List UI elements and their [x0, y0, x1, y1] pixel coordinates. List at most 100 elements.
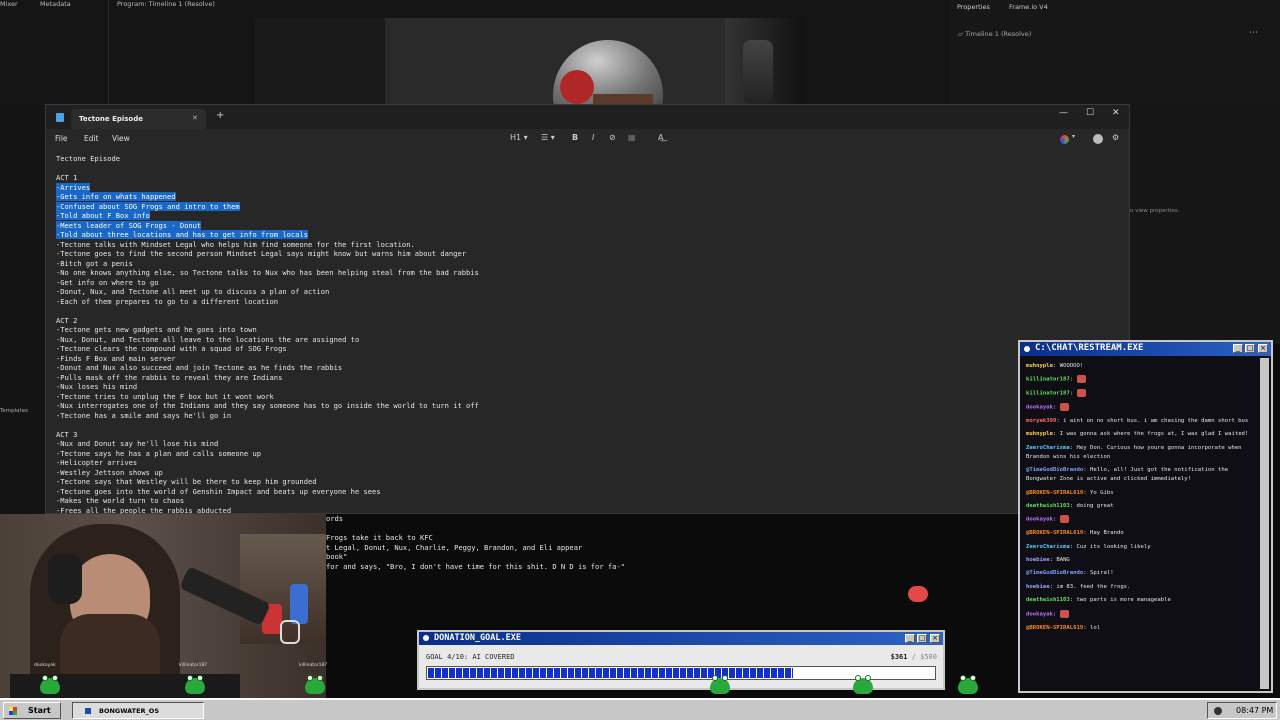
notepad-line: -Donut, Nux, and Tectone all meet up to …: [56, 287, 329, 297]
notepad-line: -Nux, Donut, and Tectone all leave to th…: [56, 335, 359, 345]
chat-username[interactable]: @TimeGodDioBrando: [1026, 467, 1083, 473]
chat-username[interactable]: hoebiee: [1026, 557, 1050, 563]
donation-app-icon: [423, 635, 429, 641]
tab-properties[interactable]: Properties: [957, 3, 990, 11]
chat-username[interactable]: deathwish1103: [1026, 597, 1070, 603]
webcam-toy: [290, 584, 308, 624]
notepad-line-text: -Donut, Nux, and Tectone all meet up to …: [56, 287, 330, 296]
chat-username[interactable]: hoebiee: [1026, 584, 1050, 590]
program-viewer[interactable]: [255, 18, 803, 104]
copilot-chevron-icon[interactable]: ▾: [1072, 133, 1075, 140]
close-tab-icon[interactable]: ✕: [192, 114, 198, 122]
chat-maximize-icon[interactable]: □: [1245, 344, 1255, 353]
donation-titlebar: DONATION_GOAL.EXE _ □ ×: [419, 632, 943, 645]
donation-maximize-icon[interactable]: □: [917, 634, 927, 643]
chat-username[interactable]: @BROKEN-SPIRAL619: [1026, 625, 1083, 631]
settings-gear-icon[interactable]: ⚙: [1112, 133, 1119, 142]
frog-eye: [970, 675, 976, 681]
chat-minimize-icon[interactable]: _: [1233, 344, 1243, 353]
templates-label[interactable]: Templates: [0, 408, 28, 414]
chat-username[interactable]: dookayak: [1026, 611, 1053, 617]
notepad-line: -Nux loses his mind: [56, 382, 137, 392]
copilot-icon[interactable]: [1060, 135, 1069, 144]
chat-title: C:\CHAT\RESTREAM.EXE: [1035, 343, 1144, 353]
system-clock[interactable]: 08:47 PM: [1207, 702, 1277, 719]
timeline-item[interactable]: ▱ Timeline 1 (Resolve): [958, 30, 1031, 38]
donation-minimize-icon[interactable]: _: [905, 634, 915, 643]
chat-username[interactable]: moryak399: [1026, 418, 1056, 424]
donation-title: DONATION_GOAL.EXE: [434, 633, 521, 643]
resolve-tab-metadata[interactable]: Metadata: [40, 0, 71, 10]
taskbar: Start BONGWATER_OS 08:47 PM: [0, 698, 1280, 720]
start-button[interactable]: Start: [3, 702, 61, 719]
chat-message: @BROKEN-SPIRAL619: Hay Brando: [1026, 530, 1124, 537]
notepad-overflow-line: for and says, "Bro, I don't have time fo…: [326, 561, 625, 571]
chat-scrollbar[interactable]: [1260, 358, 1269, 689]
headphones-icon: [48, 554, 82, 604]
heading-button[interactable]: H1 ▾: [510, 133, 528, 142]
viewer-mic: [743, 40, 773, 104]
mic-clip-icon: [280, 620, 300, 644]
minimize-icon[interactable]: —: [1059, 108, 1068, 118]
chat-username[interactable]: @TimeGodDioBrando: [1026, 570, 1083, 576]
notepad-line: -Get info on where to go: [56, 278, 159, 288]
taskbar-app-bongwater[interactable]: BONGWATER_OS: [72, 702, 204, 719]
frog-eye: [52, 675, 58, 681]
chat-username[interactable]: dookayak: [1026, 517, 1053, 523]
chat-text: two parts is more manageable: [1076, 597, 1171, 604]
chat-username[interactable]: muhnyple: [1026, 431, 1053, 437]
chat-username[interactable]: ZeeroCharisma: [1026, 445, 1070, 451]
resolve-tab-mixer[interactable]: Mixer: [0, 0, 18, 10]
frog-eye: [712, 675, 718, 681]
tab-frameio[interactable]: Frame.io V4: [1009, 3, 1048, 11]
chat-username[interactable]: killinator187: [1026, 377, 1070, 383]
clear-format-icon[interactable]: A͟: [658, 133, 663, 142]
notepad-line: -Told about three locations and has to g…: [56, 230, 308, 240]
chat-message: muhnyple: WOOOOO!: [1026, 363, 1084, 369]
chat-username[interactable]: dookayak: [1026, 405, 1053, 411]
notepad-line-text: ACT 2: [56, 315, 78, 325]
chat-username[interactable]: @BROKEN-SPIRAL619: [1026, 530, 1083, 536]
chat-username[interactable]: deathwish1103: [1026, 503, 1070, 509]
notepad-line: -Tectone says he has a plan and calls so…: [56, 449, 261, 459]
menu-file[interactable]: File: [55, 134, 68, 143]
avatar[interactable]: [1093, 134, 1103, 144]
resolve-top-area: Mixer Metadata Program: Timeline 1 (Reso…: [0, 0, 1280, 104]
chat-text: Hay Brando: [1090, 530, 1124, 537]
notepad-overflow-line: ords: [326, 514, 344, 523]
frog-eye: [865, 675, 871, 681]
frog-eye: [722, 675, 728, 681]
notepad-line: -Told about F Box info: [56, 211, 150, 221]
chat-message: @BROKEN-SPIRAL619: Yo Gibs: [1026, 489, 1114, 496]
chat-username[interactable]: killinator187: [1026, 391, 1070, 397]
notepad-line-text: -Get info on where to go: [56, 277, 159, 287]
notepad-line: -Tectone clears the compound with a squa…: [56, 344, 287, 354]
notepad-tab[interactable]: Tectone Episode ✕: [71, 109, 206, 129]
bold-button[interactable]: B: [572, 133, 578, 142]
frog-username: killinator187: [299, 663, 328, 668]
notepad-line: -No one knows anything else, so Tectone …: [56, 268, 479, 278]
frog-icon: [958, 675, 978, 694]
donation-close-icon[interactable]: ×: [930, 634, 940, 643]
list-icon: ☰: [541, 133, 549, 142]
chat-username[interactable]: muhnyple: [1026, 363, 1053, 369]
chat-message: deathwish1103: doing great: [1026, 503, 1114, 510]
menu-view[interactable]: View: [112, 134, 130, 143]
notepad-line-text: -Nux and Donut say he'll lose his mind: [56, 439, 219, 448]
italic-button[interactable]: I: [592, 133, 594, 142]
menu-edit[interactable]: Edit: [84, 134, 99, 143]
chat-username[interactable]: ZeeroCharisma: [1026, 544, 1070, 550]
new-tab-icon[interactable]: +: [216, 110, 224, 121]
chat-close-icon[interactable]: ×: [1258, 344, 1268, 353]
table-icon[interactable]: ▦: [628, 133, 636, 142]
more-options-icon[interactable]: ⋯: [1249, 28, 1258, 38]
notepad-text-area[interactable]: Tectone Episode ACT 1 -Arrives -Gets info o…: [46, 149, 1129, 515]
list-button[interactable]: ☰ ▾: [541, 133, 555, 142]
frog-eye: [307, 675, 313, 681]
maximize-icon[interactable]: ☐: [1086, 108, 1094, 118]
program-viewer-title: Program: Timeline 1 (Resolve): [117, 0, 215, 8]
link-icon[interactable]: ⊘: [609, 133, 616, 142]
chat-username[interactable]: @BROKEN-SPIRAL619: [1026, 490, 1083, 496]
notepad-line: ACT 1: [56, 173, 77, 183]
close-window-icon[interactable]: ✕: [1112, 108, 1120, 118]
